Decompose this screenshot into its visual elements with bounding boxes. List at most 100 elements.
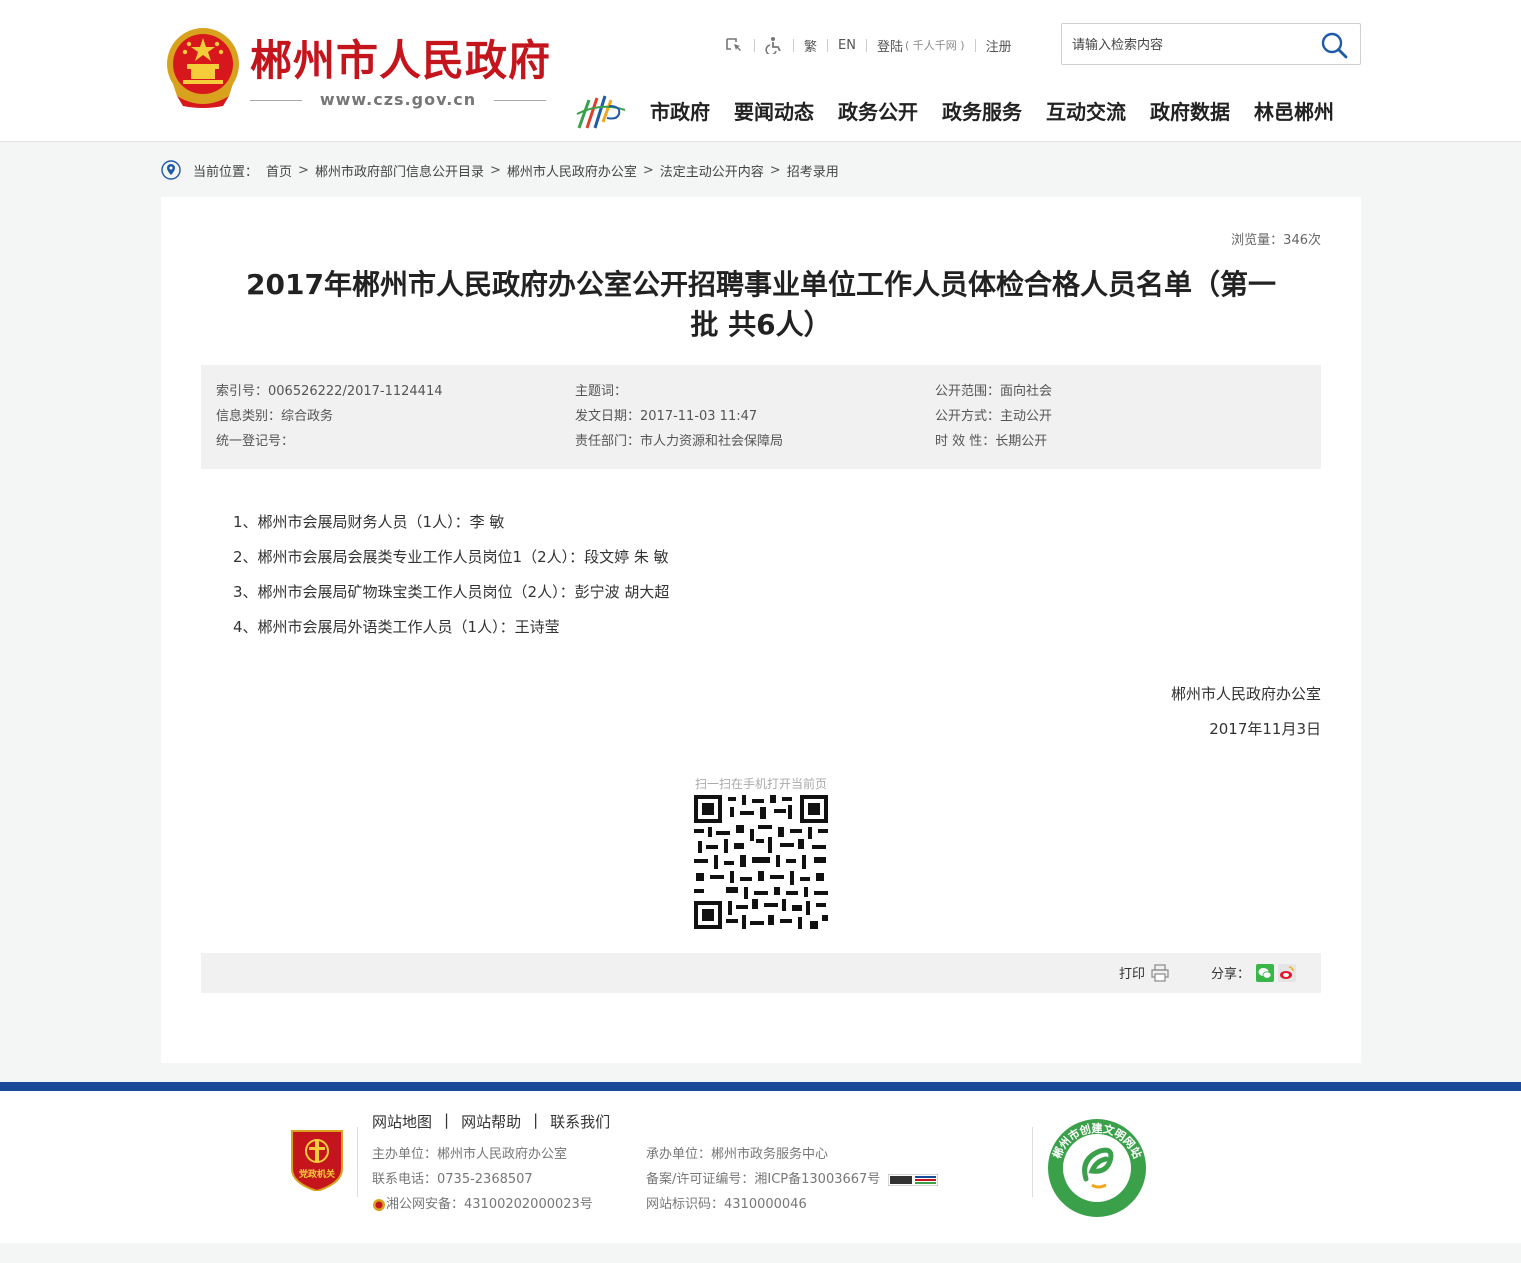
breadcrumb-dept-directory[interactable]: 郴州市政府部门信息公开目录 — [315, 161, 484, 180]
search-icon[interactable] — [1320, 31, 1348, 59]
breadcrumb-label: 当前位置： — [193, 164, 259, 180]
divider — [865, 38, 867, 52]
meta-index-no: 索引号：006526222/2017-1124414 — [216, 384, 443, 399]
breadcrumb: 当前位置： 首页 > 郴州市政府部门信息公开目录 > 郴州市人民政府办公室 > … — [161, 158, 839, 182]
footer-link-separator: | — [533, 1111, 539, 1129]
meta-reg-no: 统一登记号： — [216, 434, 295, 449]
icp-badge-icon — [888, 1173, 939, 1186]
list-item: 2、郴州市会展局会展类专业工作人员岗位1（2人）：段文婷 朱 敏 — [233, 548, 669, 566]
meta-validity: 时 效 性：长期公开 — [935, 434, 1048, 449]
footer-link-sitemap[interactable]: 网站地图 — [372, 1111, 432, 1132]
share-group: 分享： — [1211, 963, 1297, 982]
nav-item-city-gov[interactable]: 市政府 — [650, 96, 710, 128]
divider — [754, 38, 755, 52]
article-title: 2017年郴州市人民政府办公室公开招聘事业单位工作人员体检合格人员名单（第一 批… — [201, 265, 1321, 345]
sign-date: 2017年11月3日 — [1209, 720, 1321, 738]
breadcrumb-separator: > — [769, 162, 781, 178]
footer-police: 湘公网安备：43100202000023号 — [386, 1197, 593, 1212]
meta-scope: 公开范围：面向社会 — [935, 384, 1053, 399]
nav-item-gov-services[interactable]: 政务服务 — [942, 96, 1022, 128]
divider — [974, 38, 976, 52]
breadcrumb-office[interactable]: 郴州市人民政府办公室 — [507, 161, 637, 180]
accessibility-read-icon[interactable] — [724, 36, 744, 54]
login-label: 登陆 — [876, 39, 903, 55]
party-badge-text: 党政机关 — [299, 1168, 335, 1180]
footer-info-right: 承办单位：郴州市政务服务中心 备案/许可证编号：湘ICP备13003667号 网… — [646, 1142, 939, 1217]
bottom-strip — [0, 1243, 1521, 1263]
footer-police-row[interactable]: 湘公网安备：43100202000023号 — [372, 1192, 593, 1217]
civilized-website-badge-icon[interactable]: 郴州市创建文明网站 — [1046, 1117, 1148, 1219]
print-label: 打印 — [1119, 967, 1146, 982]
divider — [827, 38, 829, 52]
article-meta: 索引号：006526222/2017-1124414 信息类别：综合政务 统一登… — [201, 365, 1321, 469]
meta-subject: 主题词： — [575, 384, 628, 399]
breadcrumb-home[interactable]: 首页 — [266, 161, 292, 180]
national-emblem-icon[interactable] — [163, 26, 243, 110]
nav-item-linyi-chenzhou[interactable]: 林邑郴州 — [1254, 96, 1334, 128]
breadcrumb-recruitment[interactable]: 招考录用 — [787, 161, 839, 180]
meta-column: 索引号：006526222/2017-1124414 信息类别：综合政务 统一登… — [216, 379, 443, 454]
footer-links: 网站地图 | 网站帮助 | 联系我们 — [372, 1111, 610, 1132]
share-label: 分享： — [1211, 967, 1251, 982]
footer-icp: 备案/许可证编号：湘ICP备13003667号 — [646, 1172, 881, 1187]
search-box — [1061, 23, 1361, 65]
party-gov-badge-icon[interactable]: 党政机关 — [290, 1127, 344, 1191]
nav-item-news[interactable]: 要闻动态 — [734, 96, 814, 128]
site-header: 郴州市人民政府 www.czs.gov.cn 繁 EN 登陆 ( 千人千网 ) … — [0, 0, 1521, 142]
breadcrumb-separator: > — [298, 162, 309, 178]
nav-item-interaction[interactable]: 互动交流 — [1046, 96, 1126, 128]
list-item: 1、郴州市会展局财务人员（1人）：李 敏 — [233, 513, 505, 531]
register-link[interactable]: 注册 — [986, 36, 1012, 55]
site-url: www.czs.gov.cn — [250, 90, 546, 110]
article-title-line: 2017年郴州市人民政府办公室公开招聘事业单位工作人员体检合格人员名单（第一 — [246, 268, 1276, 301]
search-input[interactable] — [1072, 34, 1312, 56]
login-link[interactable]: 登陆 ( 千人千网 ) — [877, 36, 965, 55]
breadcrumb-public-content[interactable]: 法定主动公开内容 — [660, 161, 764, 180]
qr-code-icon — [694, 795, 828, 929]
footer-divider — [357, 1127, 358, 1197]
footer-info-left: 主办单位：郴州市人民政府办公室 联系电话：0735-2368507 湘公网安备：… — [372, 1142, 593, 1217]
accessibility-wheelchair-icon[interactable] — [765, 36, 783, 54]
location-pin-icon — [161, 160, 181, 180]
english-link[interactable]: EN — [838, 38, 856, 53]
login-sub-label: ( 千人千网 ) — [904, 39, 965, 52]
meta-category: 信息类别：综合政务 — [216, 409, 334, 424]
article-content: 1、郴州市会展局财务人员（1人）：李 敏 2、郴州市会展局会展类专业工作人员岗位… — [233, 505, 669, 645]
nav-item-gov-data[interactable]: 政府数据 — [1150, 96, 1230, 128]
linyi-logo-icon — [576, 95, 626, 129]
traditional-chinese-link[interactable]: 繁 — [804, 36, 817, 55]
meta-department: 责任部门：市人力资源和社会保障局 — [575, 434, 784, 449]
top-links: 繁 EN 登陆 ( 千人千网 ) 注册 — [724, 34, 1012, 56]
print-button[interactable]: 打印 — [1119, 963, 1169, 982]
breadcrumb-separator: > — [642, 162, 654, 178]
signer: 郴州市人民政府办公室 — [1170, 685, 1321, 703]
list-item: 4、郴州市会展局外语类工作人员（1人）：王诗莹 — [233, 618, 560, 636]
footer-undertaker: 承办单位：郴州市政务服务中心 — [646, 1147, 829, 1162]
police-badge-icon — [373, 1198, 385, 1211]
article-card: 浏览量：346次 2017年郴州市人民政府办公室公开招聘事业单位工作人员体检合格… — [161, 197, 1361, 1063]
nav-item-gov-affairs[interactable]: 政务公开 — [838, 96, 918, 128]
article-signature: 郴州市人民政府办公室 2017年11月3日 — [1171, 677, 1321, 747]
meta-publish-date: 发文日期：2017-11-03 11:47 — [575, 409, 758, 424]
footer-icp-row[interactable]: 备案/许可证编号：湘ICP备13003667号 — [646, 1167, 939, 1192]
footer-top-bar — [0, 1082, 1521, 1091]
footer-link-help[interactable]: 网站帮助 — [461, 1111, 521, 1132]
weibo-icon[interactable] — [1278, 963, 1297, 982]
wechat-icon[interactable] — [1256, 963, 1275, 982]
divider — [793, 38, 794, 52]
breadcrumb-separator: > — [489, 162, 501, 178]
article-title-line: 批 共6人） — [690, 308, 832, 341]
footer-link-separator: | — [444, 1111, 450, 1129]
meta-column: 公开范围：面向社会 公开方式：主动公开 时 效 性：长期公开 — [935, 379, 1052, 454]
footer-phone: 联系电话：0735-2368507 — [372, 1172, 533, 1187]
site-footer: 党政机关 网站地图 | 网站帮助 | 联系我们 主办单位：郴州市人民政府办公室 … — [0, 1091, 1521, 1243]
footer-link-contact[interactable]: 联系我们 — [550, 1111, 610, 1132]
footer-divider — [1032, 1127, 1033, 1197]
view-count: 浏览量：346次 — [1231, 233, 1321, 248]
main-nav: 市政府 要闻动态 政务公开 政务服务 互动交流 政府数据 林邑郴州 — [650, 96, 1334, 128]
qr-caption: 扫一扫在手机打开当前页 — [694, 777, 827, 791]
meta-method: 公开方式：主动公开 — [935, 409, 1053, 424]
site-name[interactable]: 郴州市人民政府 — [250, 34, 551, 88]
list-item: 3、郴州市会展局矿物珠宝类工作人员岗位（2人）：彭宁波 胡大超 — [233, 583, 670, 601]
meta-column: 主题词： 发文日期：2017-11-03 11:47 责任部门：市人力资源和社会… — [575, 379, 783, 454]
